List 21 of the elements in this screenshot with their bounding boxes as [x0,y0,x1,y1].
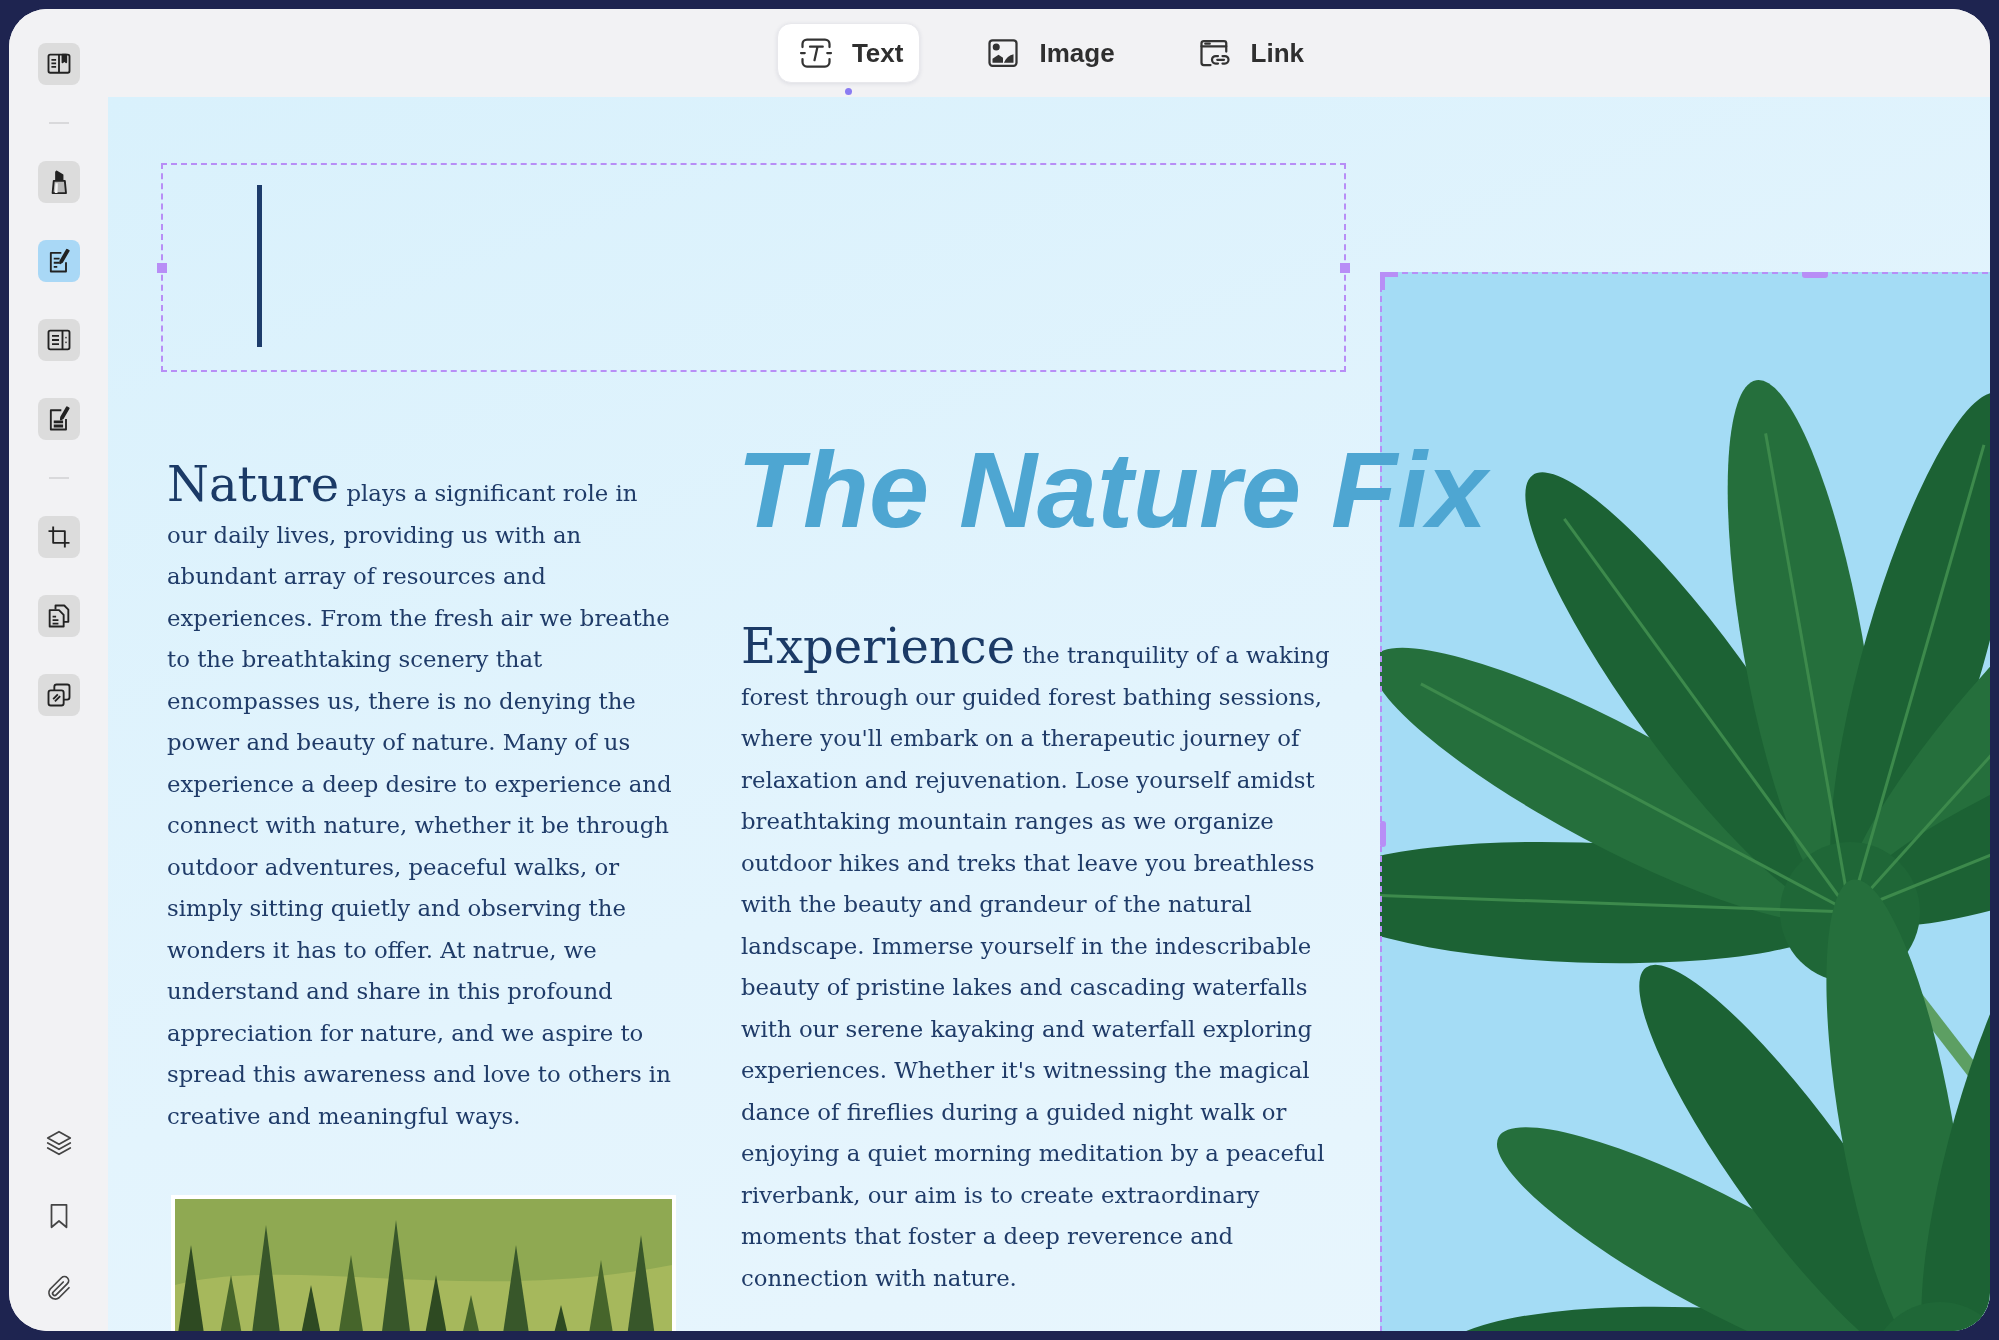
selection-dot-icon [845,88,853,95]
experience-paragraph: Experience the tranquility of a waking forest through our guided forest bathing sessions, where you'll embark on a therapeutic journey of relaxation and rejuvenation. Lose yourself amidst breathtaking mountain ranges as we organize outdoor hikes and treks that leave you breathless with the beauty and grandeur of the natural landscape. Immerse yourself in the indescribable beauty of pristine lakes and cascading waterfalls with our serene kayaking and waterfall exploring experiences. Whether it's witnessing the magical dance of fireflies during a guided night walk or enjoying a quiet morning meditation by a peaceful riverbank, our aim is to create extraordinary moments that foster a deep reverence and connection with nature. [741,622,1331,1293]
corner-handle[interactable] [1380,272,1398,290]
tool-button[interactable] [37,516,80,558]
tool-button[interactable] [37,398,80,440]
text-frame-icon [797,35,834,71]
tool-button[interactable] [37,43,80,85]
toolbar-tab[interactable]: Text [776,23,921,83]
tool-button[interactable] [37,595,80,637]
text-cursor-icon [257,185,262,347]
resize-handle[interactable] [157,262,167,273]
resize-handle[interactable] [1340,262,1350,273]
tool-button[interactable] [37,674,80,716]
tool-button[interactable] [37,240,80,282]
nature-paragraph: Nature plays a significant role in our daily lives, providing us with an abundant array of resources and experiences. From the fresh air we breathe to the breathtaking scenery that encompasses us, there is no denying the power and beauty of nature. Many of us experience a deep desire to experience and connect with nature, whether it be through outdoor adventures, peaceful walks, or simply sitting quietly and observing the wonders it has to offer. At natrue, we understand and share in this profound appreciation for nature, and we aspire to spread this awareness and love to others in creative and meaningful ways. [167,460,673,1131]
resize-handle[interactable] [1802,272,1828,278]
tool-button[interactable] [37,161,80,203]
tool-button[interactable] [37,319,80,361]
resize-handle[interactable] [1380,821,1386,847]
toolbar-tab[interactable]: Link [1175,23,1322,83]
toolbar-tab[interactable]: Image [964,23,1132,83]
